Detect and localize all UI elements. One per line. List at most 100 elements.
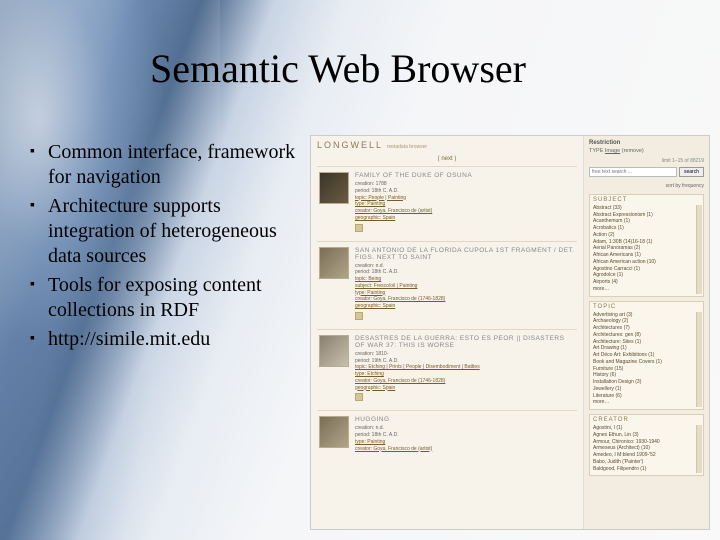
facet-item[interactable]: History (6) xyxy=(593,372,700,379)
record-field: type: Painting xyxy=(355,201,575,208)
record-field: creator: Goya, Francisco de (artist) xyxy=(355,208,575,215)
color-chip-icon xyxy=(355,224,363,232)
record-field: period: 18th C. A.D. xyxy=(355,269,575,276)
color-chip-icon xyxy=(355,393,363,401)
record-field: type: Painting xyxy=(355,439,575,446)
next-link[interactable]: ( next ) xyxy=(317,156,577,162)
result-record: SAN ANTONIO DE LA FLORIDA CUPOLA 1ST FRA… xyxy=(317,241,577,329)
record-title[interactable]: HUGGING xyxy=(355,416,575,423)
scrollbar[interactable] xyxy=(696,205,702,294)
facet-item[interactable]: Architectures: gen (8) xyxy=(593,332,700,339)
facet-panel-creator: CREATOR Agostini, I (1) Agnes Ethun, Lin… xyxy=(589,414,704,476)
facet-item[interactable]: Abstract Expressionism (1) xyxy=(593,212,700,219)
bullet-text: Tools for exposing content collections i… xyxy=(48,273,300,323)
record-field: topic: Etching | Prints | People | Disem… xyxy=(355,364,575,371)
facet-item[interactable]: Aerial Panoramas (2) xyxy=(593,245,700,252)
facet-panel-topic: TOPIC Advertising art (3) Archaeology (2… xyxy=(589,301,704,411)
scrollbar[interactable] xyxy=(696,425,702,473)
type-remove-link[interactable]: (remove) xyxy=(622,148,644,154)
facet-item[interactable]: Art Déco Art: Exhibitions (1) xyxy=(593,352,700,359)
facet-item[interactable]: Agostino Carracci (1) xyxy=(593,266,700,273)
record-field: period: 18th C. A.D. xyxy=(355,432,575,439)
restriction-heading: Restriction xyxy=(589,140,704,146)
record-field: creation: n.d. xyxy=(355,425,575,432)
record-title[interactable]: DESASTRES DE LA GUERRA: ESTO ES PEOR || … xyxy=(355,335,575,349)
facet-item[interactable]: Architecture: Sites (1) xyxy=(593,339,700,346)
facet-item[interactable]: Agrodolce (1) xyxy=(593,272,700,279)
facet-item[interactable]: Armour, Chironico: 1930-1940 xyxy=(593,439,700,446)
facet-item[interactable]: Airports (4) xyxy=(593,279,700,286)
facet-item[interactable]: Amedeo, I M:blend 1909-'52 xyxy=(593,452,700,459)
app-screenshot: LONGWELL metadata browser ( next ) FAMIL… xyxy=(310,135,710,530)
record-field: creator: Goya, Francisco de (1746-1828) xyxy=(355,378,575,385)
record-title[interactable]: FAMILY OF THE DUKE OF OSUNA xyxy=(355,172,575,179)
record-field: geographic: Spain xyxy=(355,385,575,392)
facet-item[interactable]: Adam, 1:30B (14)16-18 (1) xyxy=(593,239,700,246)
result-record: FAMILY OF THE DUKE OF OSUNA creation: 17… xyxy=(317,166,577,241)
facet-item[interactable]: Acanthemum (1) xyxy=(593,218,700,225)
facet-item[interactable]: Architectures (7) xyxy=(593,325,700,332)
slide-title: Semantic Web Browser xyxy=(150,45,526,92)
record-field: creation: 1810- xyxy=(355,351,575,358)
record-field: geographic: Spain xyxy=(355,215,575,222)
facet-item[interactable]: African American action (10) xyxy=(593,259,700,266)
bullet-marker: ▪ xyxy=(30,273,48,323)
record-field: creator: Goya, Francisco de (artist) xyxy=(355,446,575,453)
search-input[interactable] xyxy=(589,167,677,177)
bullet-list: ▪Common interface, framework for navigat… xyxy=(30,140,300,356)
record-field: period: 19th C. A.D. xyxy=(355,358,575,365)
record-field: type: Etching xyxy=(355,371,575,378)
record-field: creation: 1788 xyxy=(355,181,575,188)
facet-item[interactable]: Advertising art (3) xyxy=(593,312,700,319)
facets-pane: Restriction TYPE Image (remove) limit 1–… xyxy=(584,136,709,529)
app-brand: LONGWELL xyxy=(317,140,383,150)
facet-item[interactable]: Literature (6) xyxy=(593,393,700,400)
record-field: topic: People | Painting xyxy=(355,195,575,202)
record-field: geographic: Spain xyxy=(355,303,575,310)
facet-heading: TOPIC xyxy=(593,304,700,310)
facet-item[interactable]: Art Drawing (1) xyxy=(593,345,700,352)
facet-item[interactable]: Book and Magazine Covers (1) xyxy=(593,359,700,366)
facet-item[interactable]: Abstract (33) xyxy=(593,205,700,212)
facet-item[interactable]: Furniture (15) xyxy=(593,366,700,373)
type-value[interactable]: Image xyxy=(605,148,620,154)
app-subtitle: metadata browser xyxy=(387,144,427,150)
scrollbar[interactable] xyxy=(696,312,702,408)
result-record: HUGGING creation: n.d. period: 18th C. A… xyxy=(317,410,577,459)
bullet-marker: ▪ xyxy=(30,194,48,269)
facet-item[interactable]: Acrobatics (1) xyxy=(593,225,700,232)
bullet-marker: ▪ xyxy=(30,140,48,190)
sort-link[interactable]: sort by frequency xyxy=(589,183,704,190)
record-title[interactable]: SAN ANTONIO DE LA FLORIDA CUPOLA 1ST FRA… xyxy=(355,247,575,261)
thumbnail-image[interactable] xyxy=(319,247,349,279)
facet-item[interactable]: Babo, Judith ('Painter') xyxy=(593,459,700,466)
facet-item[interactable]: Installation Design (3) xyxy=(593,379,700,386)
record-field: type: Painting xyxy=(355,290,575,297)
record-field: subject: Fresco/oil | Painting xyxy=(355,283,575,290)
search-button[interactable]: search xyxy=(679,167,704,177)
record-field: topic: Being xyxy=(355,276,575,283)
color-chip-icon xyxy=(355,312,363,320)
result-record: DESASTRES DE LA GUERRA: ESTO ES PEOR || … xyxy=(317,329,577,411)
facet-heading: CREATOR xyxy=(593,417,700,423)
facet-more-link[interactable]: more… xyxy=(593,286,700,293)
facet-item[interactable]: Jewellery (1) xyxy=(593,386,700,393)
facet-item[interactable]: Archaeology (2) xyxy=(593,318,700,325)
thumbnail-image[interactable] xyxy=(319,172,349,204)
bullet-text: Common interface, framework for navigati… xyxy=(48,140,300,190)
facet-item[interactable]: Agnes Ethun, Lin (3) xyxy=(593,432,700,439)
facet-item[interactable]: African Americans (1) xyxy=(593,252,700,259)
type-label: TYPE xyxy=(589,148,603,154)
bullet-text: http://simile.mit.edu xyxy=(48,327,300,352)
facet-item[interactable]: Armeseus (Architect) (10) xyxy=(593,445,700,452)
facet-more-link[interactable]: more… xyxy=(593,399,700,406)
facet-panel-subject: SUBJECT Abstract (33) Abstract Expressio… xyxy=(589,194,704,297)
results-pane: LONGWELL metadata browser ( next ) FAMIL… xyxy=(311,136,584,529)
thumbnail-image[interactable] xyxy=(319,416,349,448)
facet-heading: SUBJECT xyxy=(593,197,700,203)
facet-item[interactable]: Agostini, I (1) xyxy=(593,425,700,432)
facet-item[interactable]: Baldgood, Filipendro (1) xyxy=(593,466,700,473)
record-field: creation: n.d. xyxy=(355,263,575,270)
thumbnail-image[interactable] xyxy=(319,335,349,367)
facet-item[interactable]: Action (2) xyxy=(593,232,700,239)
